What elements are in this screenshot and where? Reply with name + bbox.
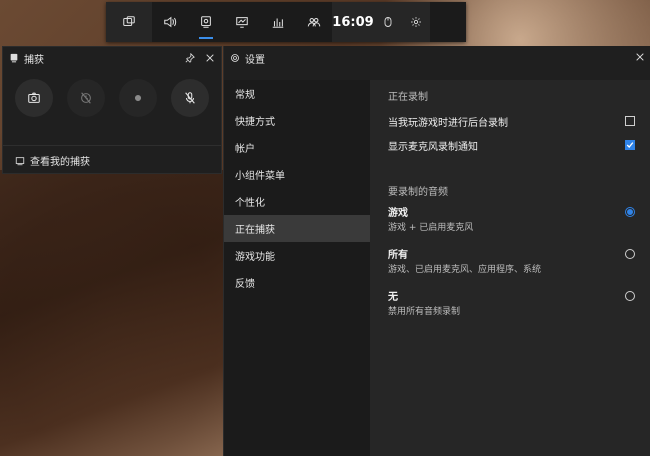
audio-game-radio[interactable] [625,207,635,217]
audio-option-name: 所有 [388,250,408,261]
resources-icon[interactable] [260,2,296,42]
background-record-label: 当我玩游戏时进行后台录制 [388,117,508,129]
audio-option-none[interactable]: 无 禁用所有音频录制 [388,288,635,317]
audio-option-desc: 游戏 + 已启用麦克风 [388,223,474,233]
mic-notify-label: 显示麦克风录制通知 [388,141,478,153]
close-icon[interactable] [635,52,645,65]
audio-option-all[interactable]: 所有 游戏、已启用麦克风、应用程序、系统 [388,246,635,275]
game-bar: 16:09 [106,2,466,42]
start-recording-button[interactable] [119,79,157,117]
capture-title: 捕获 [24,54,44,66]
settings-header: 设置 [224,46,650,70]
audio-all-radio[interactable] [625,249,635,259]
audio-option-name: 游戏 [388,208,408,219]
mic-off-icon [185,92,195,104]
nav-widget-menu[interactable]: 小组件菜单 [224,161,370,188]
nav-personalization[interactable]: 个性化 [224,188,370,215]
capture-widget: 捕获 查看我的捕获 [2,46,222,174]
social-icon[interactable] [296,2,332,42]
mouse-icon[interactable] [374,2,402,42]
performance-icon[interactable] [224,2,260,42]
camera-icon [28,92,40,103]
mic-notify-checkbox[interactable] [625,140,635,150]
mic-toggle-button[interactable] [171,79,209,117]
settings-title: 设置 [245,54,265,66]
nav-capturing[interactable]: 正在捕获 [224,215,370,242]
nav-shortcuts[interactable]: 快捷方式 [224,107,370,134]
capture-icon[interactable] [188,2,224,42]
settings-nav: 常规 快捷方式 帐户 小组件菜单 个性化 正在捕获 游戏功能 反馈 [224,80,370,456]
close-icon[interactable] [205,53,215,63]
divider [3,145,221,146]
nav-accounts[interactable]: 帐户 [224,134,370,161]
audio-option-name: 无 [388,292,398,303]
mic-notify-row: 显示麦克风录制通知 [388,133,635,157]
clock-time: 16:09 [332,2,374,42]
audio-icon[interactable] [152,2,188,42]
nav-general[interactable]: 常规 [224,80,370,107]
gallery-icon [15,156,25,165]
history-icon [81,92,91,104]
screenshot-button[interactable] [15,79,53,117]
recording-section-title: 正在录制 [388,92,428,103]
audio-option-desc: 游戏、已启用麦克风、应用程序、系统 [388,265,542,275]
show-all-captures-link[interactable]: 查看我的捕获 [15,153,90,168]
nav-feedback[interactable]: 反馈 [224,269,370,296]
widget-menu-icon[interactable] [106,2,152,42]
nav-gaming-features[interactable]: 游戏功能 [224,242,370,269]
capture-header: 捕获 [3,47,221,69]
check-icon [626,142,634,148]
show-all-captures-label: 查看我的捕获 [30,157,90,168]
background-record-row: 当我玩游戏时进行后台录制 [388,109,635,133]
audio-section-title: 要录制的音频 [388,187,448,198]
background-image [0,170,224,456]
pin-icon[interactable] [185,53,195,63]
audio-option-game[interactable]: 游戏 游戏 + 已启用麦克风 [388,204,635,233]
settings-panel: 设置 常规 快捷方式 帐户 小组件菜单 个性化 正在捕获 游戏功能 反馈 正在录… [223,46,650,456]
background-record-checkbox[interactable] [625,116,635,126]
capture-widget-icon [10,53,18,63]
record-dot-icon [134,94,142,102]
audio-none-radio[interactable] [625,291,635,301]
audio-option-desc: 禁用所有音频录制 [388,307,461,317]
gear-icon [231,54,239,62]
settings-gear-icon[interactable] [402,2,430,42]
settings-content: 正在录制 当我玩游戏时进行后台录制 显示麦克风录制通知 要录制的音频 游戏 游戏… [370,80,650,456]
record-last-30s-button[interactable] [67,79,105,117]
